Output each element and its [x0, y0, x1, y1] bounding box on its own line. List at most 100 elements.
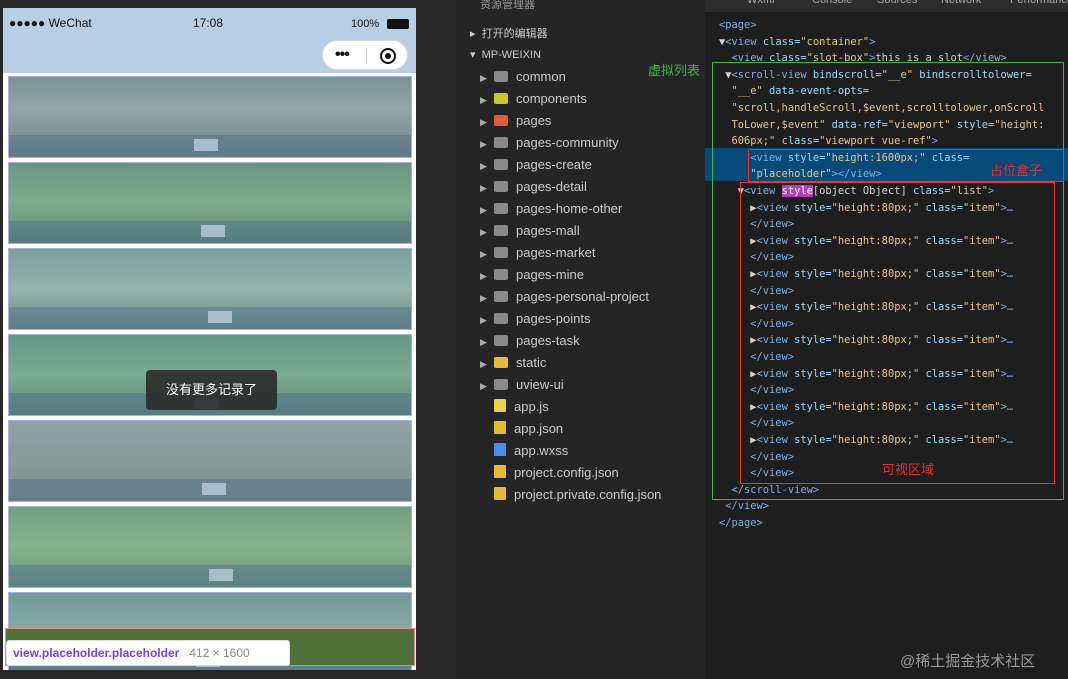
tree-item-pages-personal-project[interactable]: ▶ pages-personal-project: [480, 286, 649, 308]
chevron-right-icon: ▶: [480, 139, 487, 149]
tree-item-components[interactable]: ▶ components: [480, 88, 587, 110]
wxml-line[interactable]: <page>: [719, 17, 757, 33]
folder-icon: [494, 335, 508, 346]
tree-item-project-private-config-json[interactable]: project.private.config.json: [480, 484, 661, 506]
folder-icon: [494, 181, 508, 192]
chevron-right-icon: ▶: [480, 337, 487, 347]
tree-item-project-config-json[interactable]: project.config.json: [480, 462, 619, 484]
folder-icon: [494, 269, 508, 280]
file-icon: [494, 487, 506, 500]
tree-item-label: app.wxss: [514, 443, 569, 458]
wxml-line[interactable]: ▼<view class="container">: [719, 34, 875, 50]
tree-item-label: app.js: [514, 399, 549, 414]
tree-item-label: components: [516, 91, 587, 106]
chevron-right-icon: ▶: [480, 359, 487, 369]
chevron-right-icon: ▶: [480, 73, 487, 83]
devtools-tab-network[interactable]: Network: [941, 0, 981, 6]
item-blurred-text: [209, 569, 233, 581]
folder-icon: [494, 313, 508, 324]
wxml-line[interactable]: </view>: [719, 498, 769, 514]
list-item: [8, 506, 412, 588]
explorer-header: 资源管理器: [480, 0, 535, 11]
close-target-icon[interactable]: [380, 48, 396, 64]
tree-item-pages-task[interactable]: ▶ pages-task: [480, 330, 580, 352]
wxml-token: </view>: [719, 500, 770, 513]
devtools-tab-console[interactable]: Console: [812, 0, 852, 6]
wxml-token: <page>: [719, 19, 757, 31]
carrier-label: ●●●●● WeChat: [9, 16, 92, 30]
tree-item-pages[interactable]: ▶ pages: [480, 110, 551, 132]
item-blurred-text: [201, 225, 225, 237]
tree-item-pages-points[interactable]: ▶ pages-points: [480, 308, 590, 330]
chevron-right-icon: ▶: [480, 249, 487, 259]
chevron-right-icon: ▶: [480, 183, 487, 193]
clock-label: 17:08: [193, 16, 224, 30]
chevron-right-icon: ▶: [480, 161, 487, 171]
list-item: [8, 248, 412, 330]
inspector-tooltip: view.placeholder.placeholder 412 × 1600: [6, 640, 290, 666]
folder-icon: [494, 225, 508, 236]
tree-item-app-json[interactable]: app.json: [480, 418, 563, 440]
open-editors-section[interactable]: ▸ 打开的编辑器: [470, 25, 548, 41]
folder-icon: [494, 159, 508, 170]
tree-item-label: pages-community: [516, 135, 619, 150]
more-icon[interactable]: •••: [335, 46, 350, 64]
tree-item-label: static: [516, 355, 547, 370]
devtools-tab-performance[interactable]: Performance: [1010, 0, 1068, 6]
devtools-tab-wxml[interactable]: Wxml: [747, 0, 775, 6]
project-section[interactable]: ▾ MP-WEIXIN: [470, 48, 541, 61]
tree-item-label: pages-points: [516, 311, 591, 326]
folder-icon: [494, 379, 508, 390]
tree-item-label: app.json: [514, 421, 564, 436]
item-blurred-text: [202, 483, 226, 495]
tree-item-common[interactable]: ▶ common: [480, 66, 566, 88]
miniprogram-capsule: •••: [322, 40, 408, 70]
wxml-token: <view: [725, 35, 763, 48]
tree-item-label: uview-ui: [516, 377, 564, 392]
tree-item-pages-mall[interactable]: ▶ pages-mall: [480, 220, 580, 242]
chevron-right-icon: ▶: [480, 381, 487, 391]
file-explorer: 资源管理器 ▸ 打开的编辑器 ▾ MP-WEIXIN ▶ common ▶ compo…: [460, 0, 705, 679]
tooltip-size: 412 × 1600: [189, 646, 250, 660]
chevron-right-icon: ▶: [480, 293, 487, 303]
tooltip-selector: view.placeholder.placeholder: [13, 646, 180, 660]
visible-area-annotation: 可视区域: [882, 462, 935, 477]
tree-item-pages-home-other[interactable]: ▶ pages-home-other: [480, 198, 622, 220]
tree-item-label: pages-mall: [516, 223, 580, 238]
tree-item-pages-community[interactable]: ▶ pages-community: [480, 132, 619, 154]
tree-item-static[interactable]: ▶ static: [480, 352, 546, 374]
devtools-tabs: Wxml Console Sources Network Performance: [705, 0, 1068, 12]
folder-icon: [494, 291, 508, 302]
tree-item-label: pages-market: [516, 245, 596, 260]
status-bar: ●●●●● WeChat 17:08 100%: [3, 8, 416, 38]
virtual-list-annotation: 虚拟列表: [648, 63, 701, 78]
item-blurred-text: [208, 311, 232, 323]
tree-item-pages-detail[interactable]: ▶ pages-detail: [480, 176, 587, 198]
tree-item-label: pages-home-other: [516, 201, 623, 216]
item-blurred-text: [194, 139, 218, 151]
devtools-tab-sources[interactable]: Sources: [877, 0, 917, 6]
tree-item-pages-mine[interactable]: ▶ pages-mine: [480, 264, 584, 286]
nav-bar: •••: [3, 38, 416, 73]
tree-item-pages-market[interactable]: ▶ pages-market: [480, 242, 595, 264]
tree-item-app-js[interactable]: app.js: [480, 396, 549, 418]
tree-item-label: pages-create: [516, 157, 592, 172]
placeholder-annotation: 占位盒子: [990, 163, 1043, 178]
file-icon: [494, 465, 506, 478]
list-item: [8, 76, 412, 158]
tree-item-label: project.config.json: [514, 465, 619, 480]
battery-icon: [387, 19, 409, 29]
folder-icon: [494, 247, 508, 258]
folder-icon: [494, 71, 508, 82]
wxml-line[interactable]: </page>: [719, 515, 763, 531]
tree-item-pages-create[interactable]: ▶ pages-create: [480, 154, 592, 176]
chevron-right-icon: ▶: [480, 271, 487, 281]
wxml-token: class=: [762, 35, 801, 48]
tree-item-app-wxss[interactable]: app.wxss: [480, 440, 568, 462]
tree-item-label: pages: [516, 113, 552, 128]
file-icon: [494, 421, 506, 434]
chevron-right-icon: ▶: [480, 315, 487, 325]
tree-item-uview-ui[interactable]: ▶ uview-ui: [480, 374, 564, 396]
file-icon: [494, 399, 506, 412]
battery-percent: 100%: [351, 18, 380, 30]
